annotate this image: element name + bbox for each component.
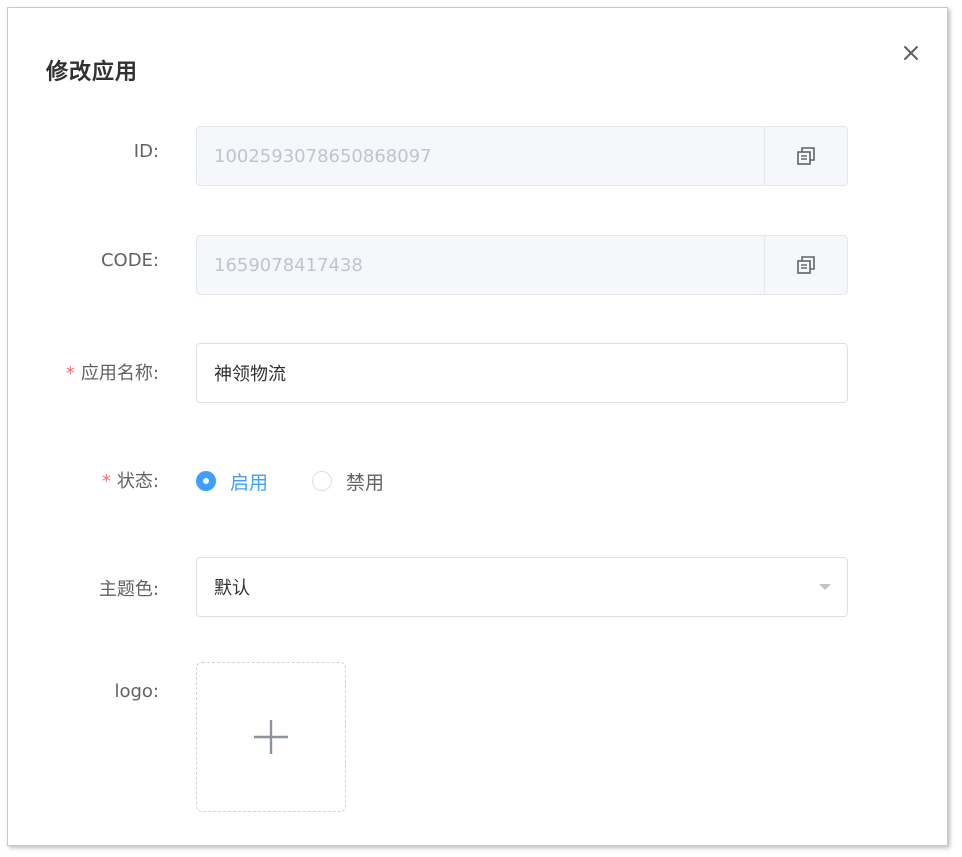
code-label: CODE:	[100, 250, 159, 271]
radio-disabled[interactable]: 禁用	[312, 468, 384, 495]
copy-id-button[interactable]	[764, 127, 847, 185]
id-value: 1002593078650868097	[214, 145, 432, 167]
app-name-value[interactable]: 神领物流	[197, 360, 847, 386]
app-name-input[interactable]: 神领物流	[196, 343, 848, 403]
app-name-label-text: 应用名称:	[80, 363, 159, 384]
radio-enabled-label[interactable]: 启用	[230, 468, 268, 495]
caret-down-icon	[819, 584, 831, 590]
copy-icon	[797, 256, 815, 274]
radio-enabled-circle[interactable]	[196, 471, 216, 491]
logo-upload[interactable]	[196, 662, 346, 812]
close-icon	[904, 46, 918, 60]
theme-select-arrow[interactable]	[803, 558, 847, 616]
radio-disabled-circle[interactable]	[312, 471, 333, 491]
theme-label: 主题色:	[98, 579, 159, 600]
id-label: ID:	[133, 141, 159, 162]
dialog-title: 修改应用	[46, 60, 139, 85]
theme-value[interactable]: 默认	[197, 574, 803, 600]
copy-code-button[interactable]	[764, 236, 847, 294]
status-radio-group: 启用 禁用	[196, 466, 428, 496]
logo-label: logo:	[114, 681, 159, 702]
id-field: 1002593078650868097	[196, 126, 848, 186]
copy-icon	[797, 147, 815, 165]
edit-app-dialog: 修改应用 ID: 1002593078650868097 CODE: 16590…	[7, 7, 948, 846]
app-name-label: * 应用名称:	[66, 359, 159, 385]
theme-select[interactable]: 默认	[196, 557, 848, 617]
close-button[interactable]	[898, 40, 924, 66]
code-field: 1659078417438	[196, 235, 848, 295]
plus-icon	[254, 720, 288, 754]
radio-disabled-label[interactable]: 禁用	[346, 468, 384, 495]
status-label-text: 状态:	[116, 471, 159, 492]
required-marker: *	[101, 471, 111, 492]
radio-enabled[interactable]: 启用	[196, 468, 268, 495]
required-marker: *	[65, 363, 75, 384]
code-value: 1659078417438	[214, 254, 363, 276]
status-label: * 状态:	[102, 467, 159, 493]
